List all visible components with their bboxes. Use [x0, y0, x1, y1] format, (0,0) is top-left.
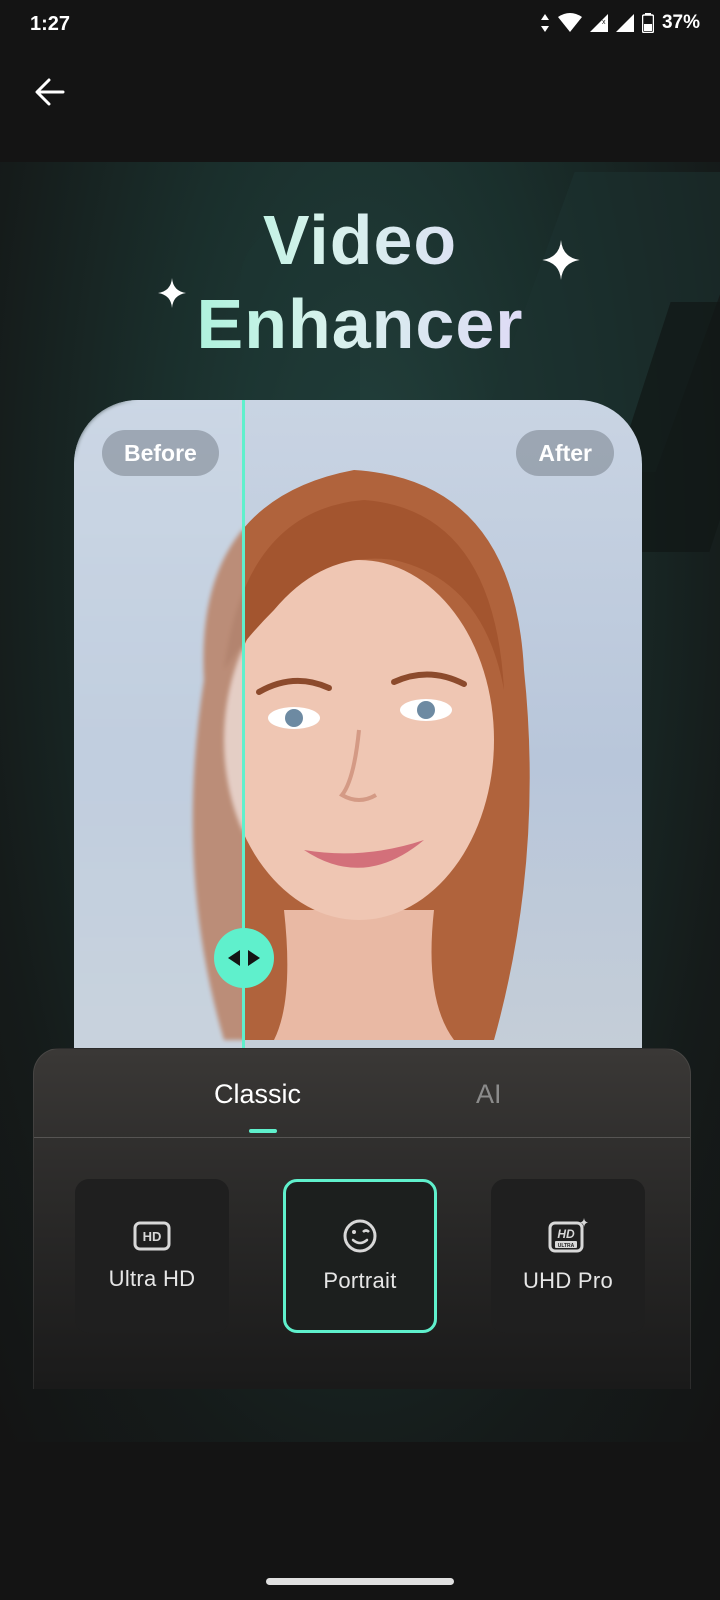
wifi-icon	[557, 13, 582, 32]
tab-indicator	[249, 1129, 277, 1133]
status-icons: x 37%	[540, 12, 700, 34]
hero-title-line-2: Enhancer	[0, 284, 720, 364]
data-arrows-icon	[540, 14, 549, 32]
before-label: Before	[102, 430, 219, 476]
option-label: Ultra HD	[108, 1266, 196, 1291]
hd-icon: HD	[133, 1221, 171, 1251]
tab-classic[interactable]: Classic	[214, 1079, 301, 1110]
battery-percent: 37%	[661, 12, 700, 33]
sparkle-icon	[158, 278, 186, 308]
option-portrait[interactable]: Portrait	[283, 1179, 437, 1333]
hero-title-line-1: Video	[0, 200, 720, 280]
tab-ai[interactable]: AI	[476, 1079, 502, 1110]
hd-ultra-icon: HD ULTRA	[548, 1218, 588, 1253]
svg-text:HD: HD	[557, 1227, 575, 1241]
battery-icon	[641, 13, 654, 33]
back-button[interactable]	[28, 70, 72, 114]
signal-icon	[615, 14, 634, 32]
home-indicator[interactable]	[266, 1578, 454, 1585]
compare-slider-handle[interactable]	[214, 928, 274, 988]
option-ultra-hd[interactable]: HD Ultra HD	[75, 1179, 229, 1333]
before-after-preview[interactable]: Before After	[74, 400, 642, 1060]
status-bar: 1:27 x 37%	[0, 0, 720, 48]
signal-icon: x	[589, 14, 608, 32]
smiley-face-icon	[343, 1219, 377, 1253]
svg-text:x: x	[602, 19, 606, 26]
enhance-options-panel: Classic AI HD Ultra HD Portrait HD ULTRA…	[33, 1048, 691, 1389]
svg-text:HD: HD	[143, 1229, 162, 1244]
status-time: 1:27	[30, 13, 71, 35]
sparkle-icon	[542, 240, 580, 280]
tab-divider	[34, 1137, 690, 1138]
arrow-left-icon	[35, 78, 65, 106]
option-label: Portrait	[323, 1268, 397, 1293]
after-label: After	[516, 430, 614, 476]
option-label: UHD Pro	[522, 1268, 614, 1293]
svg-text:ULTRA: ULTRA	[558, 1243, 575, 1249]
left-right-arrows-icon	[228, 950, 260, 966]
option-uhd-pro[interactable]: HD ULTRA UHD Pro	[491, 1179, 645, 1333]
